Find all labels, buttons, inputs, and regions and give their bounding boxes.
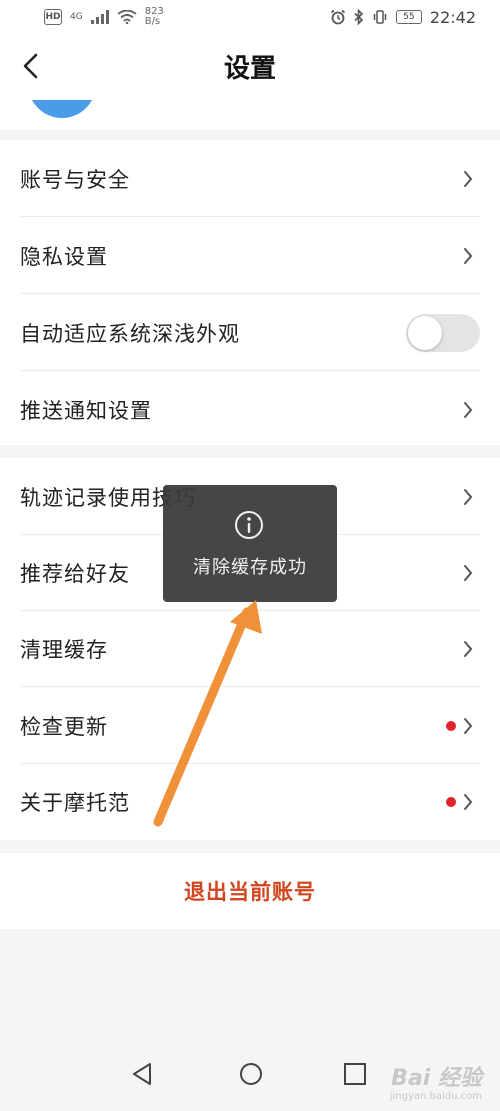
network-type: 4G [70,12,83,22]
watermark-brand: Bai 经验 [391,1066,482,1091]
vibrate-icon [373,10,387,24]
chevron-right-icon [464,640,473,657]
settings-row-auto-dark-mode: 自动适应系统深浅外观 [0,294,500,371]
row-label: 账号与安全 [20,167,130,192]
signal-icon [90,10,109,24]
network-speed: 823 B/s [145,7,164,27]
toast-text: 清除缓存成功 [193,557,307,578]
toggle-knob [408,315,442,350]
update-badge-dot [446,720,456,731]
status-bar: HD 4G 823 B/s 55 22:42 [0,0,500,34]
status-right: 55 22:42 [330,8,476,27]
toast-message: 清除缓存成功 [163,485,337,602]
settings-row-push-notifications[interactable]: 推送通知设置 [0,371,500,448]
watermark: Bai 经验 jingyan.baidu.com [390,1067,482,1103]
chevron-right-icon [464,247,473,264]
row-label: 检查更新 [20,714,108,739]
row-label: 自动适应系统深浅外观 [20,321,240,346]
alarm-icon [330,9,345,25]
chevron-right-icon [464,170,473,187]
settings-row-account-security[interactable]: 账号与安全 [0,140,500,217]
row-label: 关于摩托范 [20,790,130,815]
settings-row-about[interactable]: 关于摩托范 [0,763,500,840]
row-label: 清理缓存 [20,637,108,662]
settings-row-clear-cache[interactable]: 清理缓存 [0,610,500,687]
row-label: 推送通知设置 [20,398,152,423]
network-speed-unit: B/s [144,16,161,27]
logout-button[interactable]: 退出当前账号 [0,853,500,929]
chevron-right-icon [464,717,473,734]
settings-row-check-update[interactable]: 检查更新 [0,687,500,764]
system-nav-bar: Bai 经验 jingyan.baidu.com [0,1039,500,1111]
chevron-right-icon [464,564,473,581]
dark-mode-toggle[interactable] [406,313,480,352]
bluetooth-icon [354,9,364,25]
chevron-right-icon [464,401,473,418]
nav-home-icon[interactable] [236,1059,266,1089]
info-icon [235,511,263,539]
status-left: HD 4G 823 B/s [44,7,164,27]
row-label: 隐私设置 [20,244,108,269]
hd-badge: HD [44,9,62,25]
page-title: 设置 [223,54,276,84]
logout-label: 退出当前账号 [184,880,316,904]
nav-recent-apps-icon[interactable] [340,1059,370,1089]
wifi-icon [117,10,137,24]
header: 设置 [0,34,500,100]
clock: 22:42 [429,7,476,27]
about-badge-dot [446,796,456,807]
nav-back-icon[interactable] [128,1059,158,1089]
chevron-right-icon [464,793,473,810]
avatar[interactable] [28,100,96,118]
settings-row-privacy[interactable]: 隐私设置 [0,217,500,294]
watermark-url: jingyan.baidu.com [389,1091,482,1102]
settings-group-account: 账号与安全 隐私设置 自动适应系统深浅外观 推送通知设置 [0,140,500,445]
battery-indicator: 55 [395,10,422,24]
chevron-right-icon [464,488,473,505]
profile-section[interactable] [0,100,500,130]
row-label: 推荐给好友 [20,561,130,586]
